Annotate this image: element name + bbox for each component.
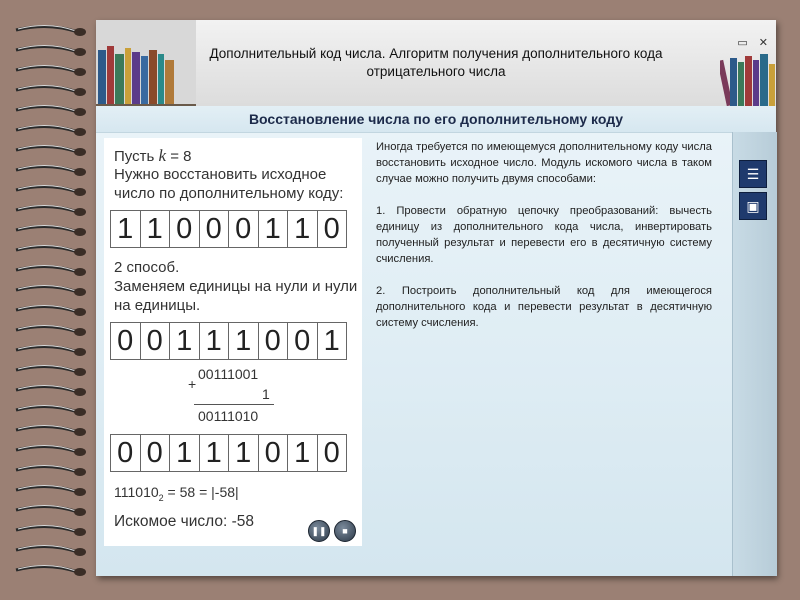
pause-button[interactable]: ❚❚ <box>308 520 330 542</box>
bit-cell: 0 <box>140 434 170 472</box>
binding-hole <box>74 188 86 196</box>
method-line-2: Заменяем единицы на нули и нули <box>114 278 358 295</box>
binding-hole <box>74 28 86 36</box>
bit-cell: 0 <box>317 434 347 472</box>
stop-button[interactable]: ■ <box>334 520 356 542</box>
bit-row-result: 00111010 <box>110 434 347 472</box>
binding-hole <box>74 148 86 156</box>
notebook-page: Дополнительный код числа. Алгоритм получ… <box>96 20 777 576</box>
bit-cell: 0 <box>110 434 141 472</box>
bit-cell: 1 <box>140 210 170 248</box>
binding-hole <box>74 288 86 296</box>
addition-line <box>194 404 274 405</box>
save-button[interactable]: ▣ <box>739 192 767 220</box>
binding-hole <box>74 488 86 496</box>
binding-hole <box>74 528 86 536</box>
bit-cell: 1 <box>288 434 318 472</box>
intro-line: Пусть k = 8 <box>114 146 191 166</box>
list-button[interactable]: ☰ <box>739 160 767 188</box>
bit-cell: 1 <box>199 434 229 472</box>
binding-hole <box>74 248 86 256</box>
list-icon: ☰ <box>746 165 760 182</box>
bit-row-inverted: 00111001 <box>110 322 347 360</box>
bit-cell: 1 <box>229 322 259 360</box>
answer-text: Искомое число: -58 <box>114 513 255 530</box>
header: Дополнительный код числа. Алгоритм получ… <box>96 20 776 107</box>
binding-hole <box>74 128 86 136</box>
addition-result: 00111010 <box>198 408 259 424</box>
bit-cell: 1 <box>170 322 200 360</box>
intro-suffix: = 8 <box>170 148 192 165</box>
binding-hole <box>74 548 86 556</box>
binding-hole <box>74 308 86 316</box>
bit-cell: 0 <box>258 434 288 472</box>
explanation-paragraph-2: 1. Провести обратную цепочку преобразова… <box>376 205 712 265</box>
binding-hole <box>74 48 86 56</box>
binding-hole <box>74 228 86 236</box>
intro-prefix: Пусть <box>114 148 155 165</box>
binding-hole <box>74 428 86 436</box>
bit-cell: 1 <box>229 434 259 472</box>
subtitle-bar: Восстановление числа по его дополнительн… <box>96 106 776 133</box>
intro-line-2: Нужно восстановить исходное <box>114 166 327 183</box>
bit-cell: 0 <box>317 210 347 248</box>
books-illustration-right <box>720 54 775 106</box>
binding-hole <box>74 468 86 476</box>
books-illustration-left <box>96 20 196 106</box>
pause-icon: ❚❚ <box>311 525 327 536</box>
stop-icon: ■ <box>342 526 348 536</box>
bit-cell: 0 <box>170 210 200 248</box>
conversion-line: 1110102 = 58 = |-58| <box>114 484 239 503</box>
binding-hole <box>74 448 86 456</box>
bit-row-original: 11000110 <box>110 210 347 248</box>
bit-cell: 1 <box>258 210 288 248</box>
title-line-1: Дополнительный код числа. Алгоритм получ… <box>209 46 663 61</box>
bit-cell: 1 <box>170 434 200 472</box>
binding-hole <box>74 268 86 276</box>
conversion-value: = 58 = |-58| <box>163 484 239 500</box>
binding-hole <box>74 368 86 376</box>
explanation-paragraph-3: 2. Построить дополнительный код для имею… <box>376 285 712 329</box>
method-line-3: на единицы. <box>114 297 201 314</box>
save-icon: ▣ <box>746 197 760 214</box>
window-controls[interactable]: ▭ ✕ <box>737 36 772 49</box>
side-toolbar: ☰ ▣ <box>732 132 777 576</box>
binding-hole <box>74 208 86 216</box>
bit-cell: 1 <box>288 210 318 248</box>
binding-hole <box>74 328 86 336</box>
binding-hole <box>74 108 86 116</box>
title-line-2: отрицательного числа <box>366 64 506 79</box>
intro-line-3: число по дополнительному коду: <box>114 185 344 202</box>
explanation-text: Иногда требуется по имеющемуся дополните… <box>376 139 712 347</box>
bit-cell: 1 <box>199 322 229 360</box>
method-line-1: 2 способ. <box>114 259 180 276</box>
binding-hole <box>74 68 86 76</box>
addition-plus: + <box>188 376 197 392</box>
variable-k: k <box>158 146 167 165</box>
binding-hole <box>74 508 86 516</box>
bit-cell: 1 <box>317 322 347 360</box>
bit-cell: 0 <box>258 322 288 360</box>
example-panel: Пусть k = 8 Нужно восстановить исходное … <box>104 138 362 546</box>
addition-operand-1: 00111001 <box>198 366 259 382</box>
binding-hole <box>74 348 86 356</box>
binding-hole <box>74 168 86 176</box>
bit-cell: 0 <box>288 322 318 360</box>
bit-cell: 0 <box>199 210 229 248</box>
bit-cell: 0 <box>140 322 170 360</box>
bit-cell: 1 <box>110 210 141 248</box>
binding-hole <box>74 408 86 416</box>
section-subtitle: Восстановление числа по его дополнительн… <box>248 111 624 127</box>
binding-hole <box>74 88 86 96</box>
spiral-binding <box>15 25 86 576</box>
binding-hole <box>74 388 86 396</box>
bit-cell: 0 <box>110 322 141 360</box>
explanation-paragraph-1: Иногда требуется по имеющемуся дополните… <box>376 141 712 185</box>
page-title: Дополнительный код числа. Алгоритм получ… <box>196 45 676 81</box>
bit-cell: 0 <box>229 210 259 248</box>
addition-operand-2: 1 <box>262 386 270 402</box>
binding-hole <box>74 568 86 576</box>
conversion-binary: 111010 <box>114 484 159 500</box>
